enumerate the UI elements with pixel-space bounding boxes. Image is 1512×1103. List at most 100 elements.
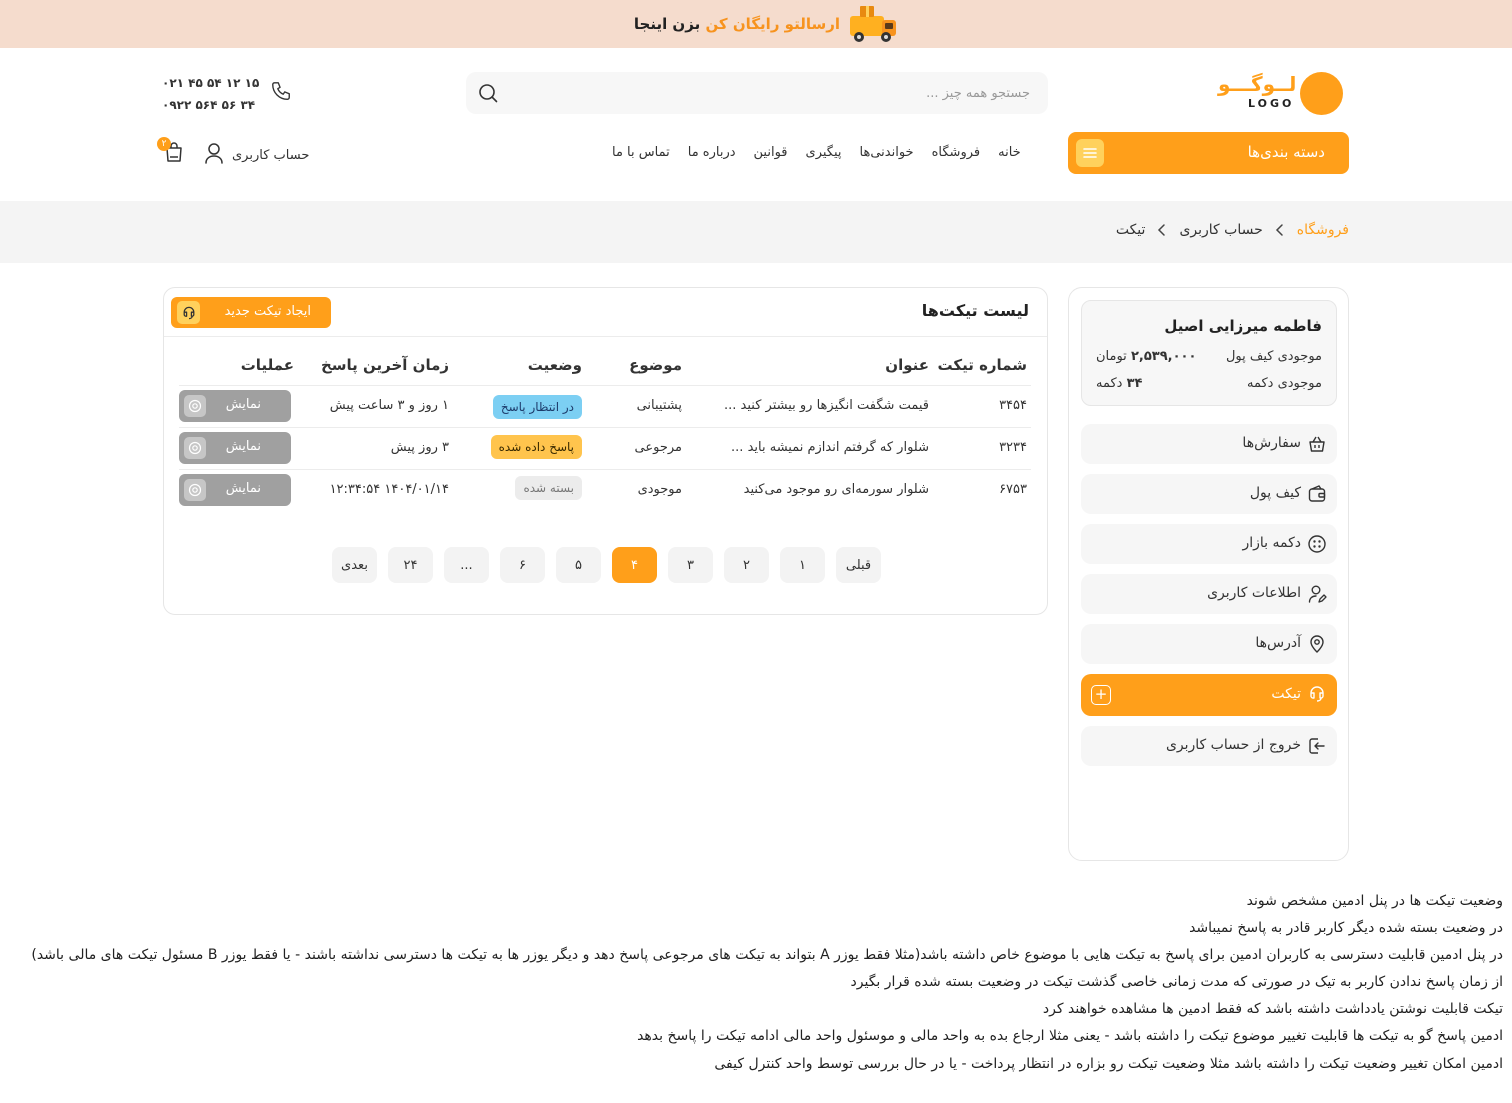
sidebar-item-label: تیکت	[1271, 686, 1301, 702]
account-sidebar: فاطمه میرزایی اصیل موجودی کیف پول ۲,۵۳۹,…	[1068, 287, 1349, 861]
column-header-title: عنوان	[885, 356, 929, 374]
ticket-subject: مرجوعی	[634, 440, 682, 455]
tickets-panel: لیست تیکت‌ها ایجاد تیکت جدید شماره تیکت …	[163, 287, 1048, 615]
breadcrumb-account[interactable]: حساب کاربری	[1179, 222, 1262, 238]
sidebar-item-label: دکمه بازار	[1242, 535, 1301, 551]
view-label: نمایش	[225, 481, 261, 496]
ticket-title[interactable]: قیمت شگفت انگیزها رو بیشتر کنید ...	[724, 398, 929, 413]
eye-icon	[184, 479, 206, 501]
note-line: تیکت قابلیت نوشتن یادداشت داشته باشد که …	[1042, 1001, 1503, 1018]
page-button[interactable]: ۳	[668, 547, 713, 583]
column-header-actions: عملیات	[240, 356, 294, 374]
note-line: ادمین امکان تغییر وضعیت تیکت را داشته با…	[714, 1055, 1503, 1072]
user-name: فاطمه میرزایی اصیل	[1164, 317, 1322, 335]
promo-banner[interactable]: ارسالتو رایگان کن بزن اینجا	[0, 0, 1512, 48]
phone-line-2[interactable]: ۰۹۲۲ ۵۶۴ ۵۶ ۳۴	[162, 94, 259, 116]
view-label: نمایش	[225, 439, 261, 454]
eye-icon	[184, 395, 206, 417]
sidebar-item-label: کیف پول	[1249, 485, 1301, 501]
account-label: حساب کاربری	[232, 147, 310, 163]
ticket-number: ۶۷۵۳	[999, 482, 1027, 497]
sidebar-item-logout[interactable]: خروج از حساب کاربری	[1081, 726, 1337, 766]
chevron-left-icon	[1158, 224, 1166, 236]
note-line: وضعیت تیکت ها در پنل ادمین مشخص شوند	[1246, 893, 1503, 909]
page-prev-button[interactable]: قبلی	[836, 547, 881, 583]
ticket-last-reply: ۱۴۰۴/۰۱/۱۴ ۱۲:۳۴:۵۴	[329, 482, 449, 497]
breadcrumb-bar: فروشگاه حساب کاربری تیکت	[0, 201, 1512, 263]
divider	[179, 385, 1031, 386]
view-ticket-button[interactable]: نمایش	[179, 474, 291, 506]
ticket-last-reply: ۳ روز پیش	[390, 440, 449, 455]
sidebar-item-button-market[interactable]: دکمه بازار	[1081, 524, 1337, 564]
breadcrumb-shop[interactable]: فروشگاه	[1297, 222, 1349, 238]
wallet-icon	[1307, 484, 1327, 504]
breadcrumb: فروشگاه حساب کاربری تیکت	[1116, 222, 1349, 238]
phone-numbers: ۰۲۱ ۴۵ ۵۴ ۱۲ ۱۵ ۰۹۲۲ ۵۶۴ ۵۶ ۳۴	[162, 72, 259, 116]
banner-text: ارسالتو رایگان کن بزن اینجا	[634, 15, 840, 33]
page-button[interactable]: ۶	[500, 547, 545, 583]
logo-text[interactable]: لــوگـــو	[1218, 72, 1298, 96]
account-link[interactable]: حساب کاربری	[204, 142, 309, 168]
banner-highlight: ارسالتو رایگان کن	[705, 15, 840, 33]
new-ticket-button[interactable]: ایجاد تیکت جدید	[171, 297, 331, 328]
column-header-subject: موضوع	[629, 356, 682, 374]
sidebar-item-label: اطلاعات کاربری	[1207, 585, 1301, 601]
phone-icon	[270, 80, 292, 102]
logout-icon	[1307, 736, 1327, 756]
button-balance-value: ۳۴	[1126, 376, 1143, 391]
wallet-value: ۲,۵۳۹,۰۰۰	[1130, 349, 1197, 364]
page-button[interactable]: ۲	[724, 547, 769, 583]
logo-mark[interactable]	[1300, 72, 1343, 115]
page-button-current[interactable]: ۴	[612, 547, 657, 583]
search-input[interactable]	[550, 72, 1030, 114]
categories-button[interactable]: دسته بندی‌ها	[1068, 132, 1349, 174]
page-next-button[interactable]: بعدی	[332, 547, 377, 583]
sidebar-item-ticket[interactable]: تیکت +	[1081, 674, 1337, 716]
pagination: قبلی ۱ ۲ ۳ ۴ ۵ ۶ ... ۲۴ بعدی	[332, 547, 881, 583]
sidebar-item-orders[interactable]: سفارش‌ها	[1081, 424, 1337, 464]
ticket-subject: موجودی	[637, 482, 682, 497]
nav-item-rules[interactable]: قوانین	[754, 145, 788, 160]
banner-prefix: بزن اینجا	[633, 15, 701, 33]
column-header-status: وضعیت	[527, 356, 582, 374]
ticket-title[interactable]: شلوار سورمه‌ای رو موجود می‌کنید	[744, 482, 929, 497]
status-badge: در انتظار پاسخ	[492, 395, 582, 419]
breadcrumb-ticket: تیکت	[1115, 222, 1146, 238]
note-line: از زمان پاسخ ندادن کاربر به تیک در صورتی…	[850, 974, 1503, 991]
logo-subtext: LOGO	[1248, 97, 1295, 110]
sidebar-item-wallet[interactable]: کیف پول	[1081, 474, 1337, 514]
nav-item-blog[interactable]: خواندنی‌ها	[860, 145, 914, 160]
cart-count-badge: ۲	[157, 137, 171, 151]
page-button[interactable]: ۲۴	[388, 547, 433, 583]
nav-item-about[interactable]: درباره ما	[688, 145, 736, 160]
status-badge: پاسخ داده شده	[490, 435, 582, 459]
user-icon	[204, 142, 224, 168]
view-ticket-button[interactable]: نمایش	[179, 432, 291, 464]
tickets-title: لیست تیکت‌ها	[921, 301, 1029, 320]
button-balance-label: موجودی دکمه	[1247, 376, 1322, 391]
view-ticket-button[interactable]: نمایش	[179, 390, 291, 422]
add-ticket-icon[interactable]: +	[1091, 685, 1111, 705]
phone-line-1[interactable]: ۰۲۱ ۴۵ ۵۴ ۱۲ ۱۵	[162, 72, 259, 94]
sidebar-item-addresses[interactable]: آدرس‌ها	[1081, 624, 1337, 664]
nav-item-shop[interactable]: فروشگاه	[932, 145, 981, 160]
note-line: در پنل ادمین قابلیت دسترسی به کاربران اد…	[31, 947, 1503, 964]
basket-icon	[1307, 434, 1327, 454]
user-edit-icon	[1307, 584, 1327, 604]
nav-item-contact[interactable]: تماس با ما	[612, 145, 670, 160]
nav-item-tracking[interactable]: پیگیری	[806, 145, 842, 160]
page-button[interactable]: ۱	[780, 547, 825, 583]
ticket-icon	[177, 301, 200, 324]
ticket-title[interactable]: شلوار که گرفتم اندازم نمیشه باید ...	[731, 440, 929, 455]
wallet-unit: تومان	[1096, 349, 1127, 364]
delivery-truck-icon	[846, 4, 900, 44]
search-bar[interactable]	[466, 72, 1048, 114]
cart-button[interactable]: ۲	[157, 137, 186, 164]
location-icon	[1307, 634, 1327, 654]
search-icon[interactable]	[478, 83, 498, 103]
divider	[164, 336, 1047, 337]
eye-icon	[184, 437, 206, 459]
page-button[interactable]: ۵	[556, 547, 601, 583]
sidebar-item-profile[interactable]: اطلاعات کاربری	[1081, 574, 1337, 614]
nav-item-home[interactable]: خانه	[998, 145, 1021, 160]
